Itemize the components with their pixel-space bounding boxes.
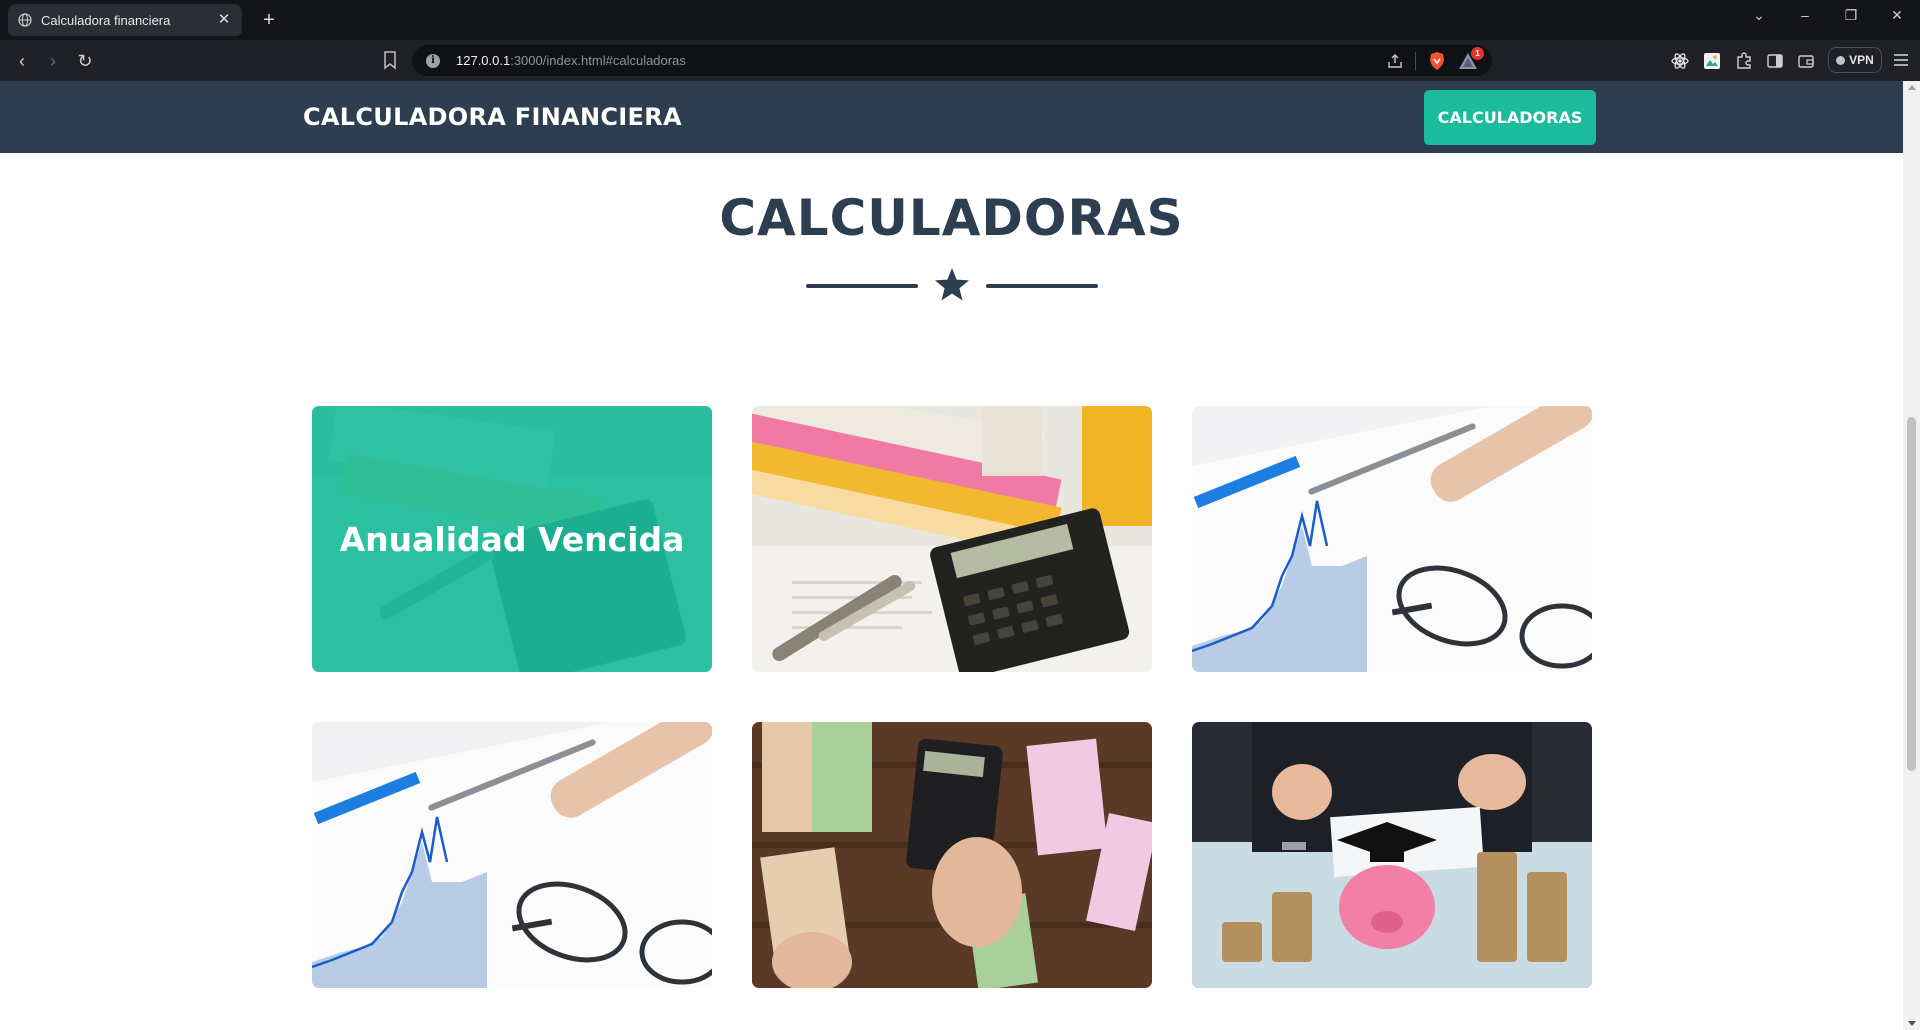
forward-button[interactable]: › [40,48,66,74]
card-overlay: Anualidad Vencida [312,406,712,672]
calculator-card-6[interactable] [1192,722,1592,988]
vpn-button[interactable]: VPN [1828,47,1882,73]
calculator-card-4[interactable] [312,722,712,988]
income-tax-calculator-photo [752,406,1152,672]
address-bar[interactable]: i 127.0.0.1 :3000/index.html#calculadora… [412,45,1492,76]
tab-title: Calculadora financiera [41,12,171,28]
toolbar-separator [1415,51,1416,70]
back-button[interactable]: ‹ [9,48,35,74]
sidebar-icon[interactable] [1765,51,1785,71]
minimize-button[interactable]: – [1782,0,1828,30]
chart-pen-glasses-photo [1192,406,1592,672]
calculator-card-3[interactable] [1192,406,1592,672]
calculator-card-5[interactable] [752,722,1152,988]
calculator-card-2[interactable] [752,406,1152,672]
site-navbar: CALCULADORA FINANCIERA CALCULADORAS [0,81,1903,153]
url-path: :3000/index.html#calculadoras [510,53,686,68]
close-tab-icon[interactable]: ✕ [216,12,232,28]
scrollbar-thumb[interactable] [1907,417,1916,771]
rewards-badge: 1 [1471,46,1484,60]
image-extension-icon[interactable] [1702,51,1722,71]
browser-tab[interactable]: Calculadora financiera ✕ [8,4,242,36]
wallet-icon[interactable] [1796,51,1816,71]
euro-banknotes-calculator-photo [752,722,1152,988]
page-scrollbar[interactable] [1903,81,1920,1030]
section-title: CALCULADORAS [719,189,1184,247]
brave-rewards-icon[interactable]: 1 [1458,46,1484,70]
scroll-down-arrow-icon[interactable] [1908,1021,1916,1026]
calculator-card-anualidad-vencida[interactable]: Anualidad Vencida [312,406,712,672]
card-overlay-label: Anualidad Vencida [339,519,685,559]
bookmark-icon[interactable] [380,49,400,71]
title-divider [806,265,1098,305]
extensions-puzzle-icon[interactable] [1734,51,1754,71]
page-viewport: CALCULADORA FINANCIERA CALCULADORAS CALC… [0,81,1903,1030]
globe-icon [18,13,32,27]
url-host: 127.0.0.1 [456,53,511,68]
vpn-label: VPN [1849,53,1874,67]
share-icon[interactable] [1387,53,1403,69]
chart-pen-glasses-photo-2 [312,722,712,988]
brand-link[interactable]: CALCULADORA FINANCIERA [303,81,682,153]
restore-button[interactable]: ❐ [1828,0,1874,30]
divider-line-right [986,284,1098,288]
window-close-button[interactable]: ✕ [1874,0,1920,30]
tab-search-chevron-icon[interactable]: ⌄ [1736,0,1782,30]
new-tab-button[interactable]: + [256,7,282,33]
brave-shields-icon[interactable] [1428,51,1446,71]
piggy-bank-coins-photo [1192,722,1592,988]
browser-toolbar: ‹ › ↻ i 127.0.0.1 :3000/index.html#calcu… [0,40,1920,81]
vpn-status-icon [1836,55,1846,65]
scroll-up-arrow-icon[interactable] [1908,85,1916,90]
menu-icon[interactable] [1892,51,1910,69]
reload-button[interactable]: ↻ [72,48,98,74]
divider-line-left [806,284,918,288]
site-info-icon[interactable]: i [426,53,440,68]
browser-tab-bar: Calculadora financiera ✕ + ⌄ – ❐ ✕ [0,0,1920,40]
calculadoras-nav-button[interactable]: CALCULADORAS [1424,90,1596,145]
atom-extension-icon[interactable] [1670,51,1690,71]
star-icon [935,268,969,301]
